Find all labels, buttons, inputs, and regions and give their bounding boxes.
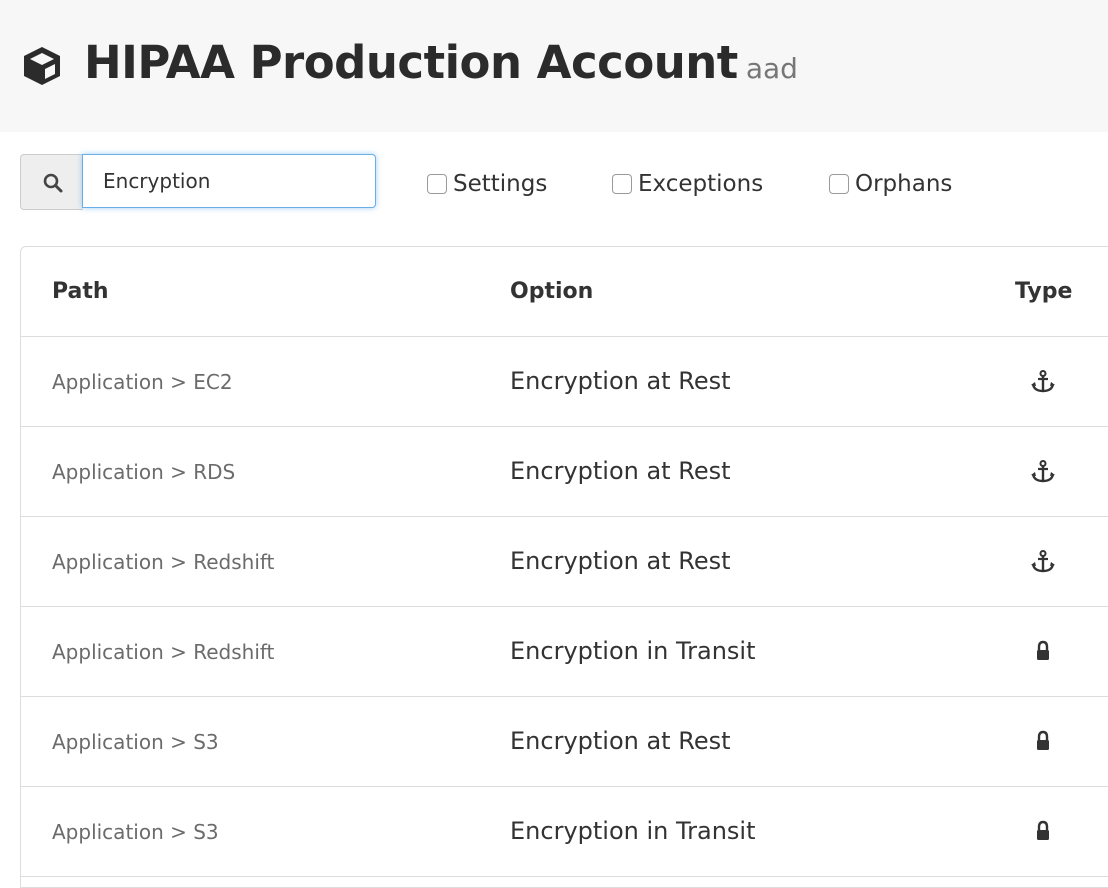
- row-option: Encryption at Rest: [510, 457, 731, 485]
- settings-checkbox[interactable]: [427, 174, 447, 194]
- cube-icon: [24, 47, 60, 85]
- table-row[interactable]: Application > RDS Encryption at Rest: [21, 427, 1108, 517]
- table-row[interactable]: Application > EC2 Encryption at Rest: [21, 337, 1108, 427]
- column-header-path[interactable]: Path: [52, 279, 109, 304]
- search-icon: [43, 173, 63, 193]
- row-option: Encryption in Transit: [510, 817, 756, 845]
- table-row[interactable]: Application > Redshift Encryption in Tra…: [21, 607, 1108, 697]
- page-title-text: HIPAA Production Account: [84, 36, 738, 89]
- filter-exceptions-label: Exceptions: [638, 171, 764, 197]
- search-input[interactable]: [82, 154, 376, 208]
- exceptions-checkbox[interactable]: [612, 174, 632, 194]
- table-row[interactable]: Application > Redshift Encryption at Res…: [21, 517, 1108, 607]
- page-subtitle: aad: [745, 52, 798, 85]
- lock-icon: [1037, 820, 1049, 840]
- filter-settings[interactable]: Settings: [427, 170, 547, 198]
- row-option: Encryption at Rest: [510, 727, 731, 755]
- results-table: Path Option Type Application > EC2 Encry…: [20, 246, 1108, 888]
- row-path: Application > S3: [52, 820, 219, 844]
- row-path: Application > Redshift: [52, 550, 275, 574]
- anchor-icon: [1031, 550, 1055, 573]
- filter-orphans[interactable]: Orphans: [829, 170, 952, 198]
- search-addon[interactable]: [20, 154, 83, 210]
- row-option: Encryption in Transit: [510, 637, 756, 665]
- lock-icon: [1037, 640, 1049, 660]
- row-option: Encryption at Rest: [510, 367, 731, 395]
- page-title: HIPAA Production Account aad: [84, 36, 798, 89]
- row-path: Application > Redshift: [52, 640, 275, 664]
- row-path: Application > EC2: [52, 370, 233, 394]
- page-header: HIPAA Production Account aad: [0, 0, 1108, 132]
- anchor-icon: [1031, 370, 1055, 393]
- anchor-icon: [1031, 460, 1055, 483]
- lock-icon: [1037, 730, 1049, 750]
- filter-exceptions[interactable]: Exceptions: [612, 170, 763, 198]
- row-path: Application > RDS: [52, 460, 236, 484]
- table-header: Path Option Type: [21, 247, 1108, 337]
- column-header-option[interactable]: Option: [510, 279, 593, 304]
- filter-settings-label: Settings: [453, 171, 548, 197]
- row-option: Encryption at Rest: [510, 547, 731, 575]
- row-path: Application > S3: [52, 730, 219, 754]
- column-header-type[interactable]: Type: [1015, 279, 1072, 304]
- filter-orphans-label: Orphans: [855, 171, 953, 197]
- table-row[interactable]: Application > S3 Encryption at Rest: [21, 697, 1108, 787]
- orphans-checkbox[interactable]: [829, 174, 849, 194]
- table-row[interactable]: Application > S3 Encryption in Transit: [21, 787, 1108, 877]
